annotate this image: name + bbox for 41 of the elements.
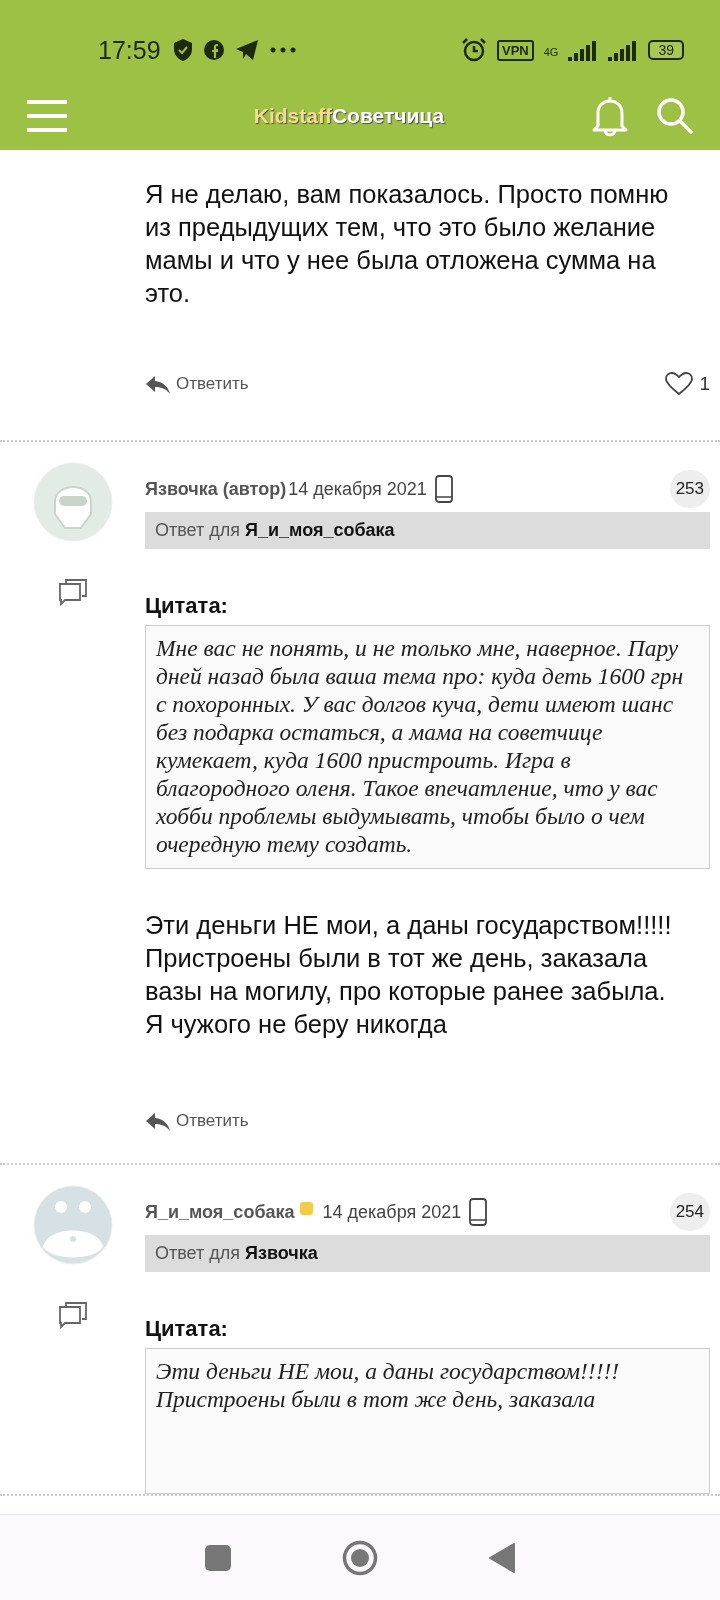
paper-plane-icon [234, 39, 259, 61]
post-date: 14 декабря 2021 [288, 478, 427, 500]
social-app-icon [202, 39, 225, 61]
post-text: Я чужого не беру никогда [145, 1009, 448, 1040]
comments-icon[interactable] [57, 578, 88, 606]
reply-button[interactable]: Ответить [145, 1111, 249, 1131]
post-text: Я не делаю, вам показалось. Просто помню из предыдущих тем, что это было желание мамы и что у нее была отложена сумма на это. [145, 179, 670, 309]
reply-icon [145, 1111, 171, 1131]
signal-icon [568, 39, 599, 61]
heart-icon[interactable] [665, 372, 694, 396]
signal-icon [608, 39, 639, 61]
quote-text: Эти деньги НЕ мои, а даны государством!!!!! Пристроены были в тот же день, заказала [145, 1348, 710, 1494]
author-name[interactable]: Я_и_моя_собака [145, 1201, 295, 1223]
reply-to-bar: Ответ для Язвочка [145, 1235, 710, 1272]
post-date: 14 декабря 2021 [322, 1201, 462, 1223]
shield-icon [172, 38, 193, 62]
quote-label: Цитата: [145, 593, 229, 619]
post-text: Эти деньги НЕ мои, а даны государством!!!!! [145, 910, 673, 941]
phone-icon [469, 1198, 488, 1226]
reply-button[interactable]: Ответить [145, 374, 249, 394]
like-count: 1 [699, 373, 710, 395]
clock-time: 17:59 [98, 35, 161, 65]
comments-icon[interactable] [57, 1301, 88, 1329]
vpn-indicator: VPN [497, 39, 534, 61]
post-text: Пристроены были в тот же день, заказала вазы на могилу, про которые ранее забыла. [145, 943, 667, 1007]
quote-label: Цитата: [145, 1316, 229, 1342]
post-number: 253 [669, 470, 710, 508]
recents-icon[interactable] [204, 1543, 232, 1572]
reply-to-bar: Ответ для Я_и_моя_собака [145, 512, 710, 549]
author-name[interactable]: Язвочка (автор) [145, 478, 287, 500]
back-icon[interactable] [488, 1541, 516, 1574]
alarm-icon [461, 37, 487, 63]
post-number: 254 [669, 1193, 710, 1231]
phone-icon [434, 475, 453, 503]
home-icon[interactable] [342, 1539, 378, 1576]
app-title: KidstaffСоветчица [252, 104, 446, 128]
more-icon [268, 46, 297, 54]
network-type: 4G [543, 46, 559, 58]
quote-text: Мне вас не понять, и не только мне, наверное. Пару дней назад была ваша тема про: куда деть 1600 грн с похоронных. У вас долгов куча, дети имеют шанс без подарка остаться, а мама на советчице кумекает, куда 1600 пристроить. Игра в благородного оленя. Такое впечатление, что у вас хобби проблемы выдумывать, чтобы было о чем очередную тему создать. [145, 625, 710, 869]
reply-icon [145, 374, 171, 394]
battery-level: 39 [648, 40, 684, 60]
